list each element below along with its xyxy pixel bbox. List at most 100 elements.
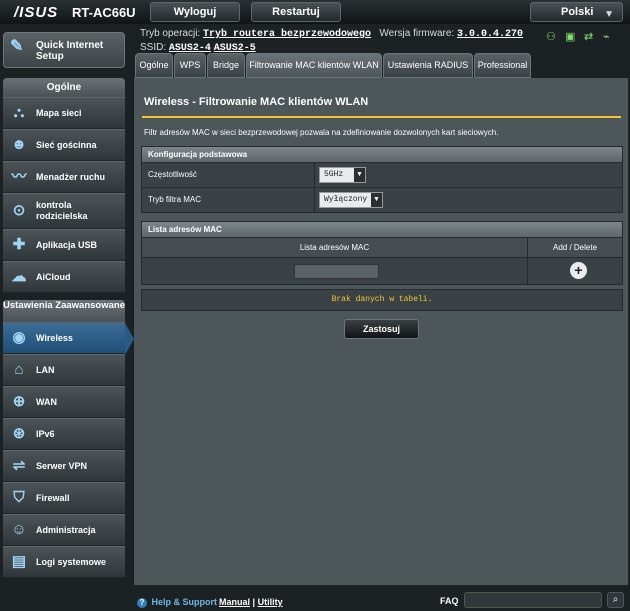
guest-network-icon: ☻ <box>11 136 27 153</box>
manual-link[interactable]: Manual <box>219 597 250 607</box>
sidebar-item-lan[interactable]: ⌂ LAN <box>3 354 125 386</box>
tab-mac-filter[interactable]: Filtrowanie MAC klientów WLAN <box>246 53 382 78</box>
chevron-down-icon: ▼ <box>371 193 382 207</box>
mac-column-header: Lista adresów MAC <box>142 238 528 257</box>
wand-icon: ✎ <box>10 38 24 55</box>
sidebar-item-vpn-server[interactable]: ⇌ Serwer VPN <box>3 450 125 482</box>
footer: ? Help & Support Manual | Utility FAQ ⌕ <box>0 588 630 611</box>
filter-mode-select[interactable]: Wyłączony ▼ <box>319 192 383 208</box>
vpn-icon: ⇌ <box>12 457 26 474</box>
faq-search-input[interactable] <box>464 592 602 608</box>
network-map-icon: ⛬ <box>13 104 25 121</box>
top-bar: /ISUS RT-AC66U Wyloguj Restartuj Polski … <box>0 0 630 24</box>
cloud-icon: ☁ <box>11 268 27 285</box>
quick-internet-label: Quick Internet Setup <box>36 40 104 62</box>
home-icon: ⌂ <box>14 361 24 378</box>
frequency-row: Częstotliwość 5GHz ▼ <box>142 162 622 187</box>
wifi-status-icon[interactable]: ⌁ <box>603 32 616 43</box>
network-clients-icon[interactable]: ⚇ <box>546 32 559 43</box>
frequency-select[interactable]: 5GHz ▼ <box>319 167 366 183</box>
title-divider <box>142 116 621 118</box>
footer-links: Manual | Utility <box>219 597 283 607</box>
sidebar-item-guest-network[interactable]: ☻ Sieć gościnna <box>3 129 125 161</box>
asus-logo: /ISUS <box>14 4 59 21</box>
sidebar-item-firewall[interactable]: ⛉ Firewall <box>3 482 125 514</box>
language-label: Polski <box>561 6 594 18</box>
advanced-section-header: Ustawienia Zaawansowane <box>3 300 125 322</box>
restart-button[interactable]: Restartuj <box>251 2 341 22</box>
sidebar-item-administration[interactable]: ☺ Administracja <box>3 514 125 546</box>
ssid-label: SSID: <box>140 42 167 53</box>
sidebar-item-label: Administracja <box>36 525 96 535</box>
sidebar-item-label: LAN <box>36 365 55 375</box>
faq-label: FAQ <box>440 596 459 606</box>
traffic-manager-icon: 〰 <box>11 168 27 185</box>
sidebar-item-label: Aplikacja USB <box>36 240 98 250</box>
sidebar-item-usb-application[interactable]: ✚ Aplikacja USB <box>3 229 125 261</box>
sidebar-item-label: Wireless <box>36 333 73 343</box>
sidebar-item-label: IPv6 <box>36 429 55 439</box>
mac-list-header: Lista adresów MAC <box>142 222 622 237</box>
sidebar-item-label: AiCloud <box>36 272 71 282</box>
tab-wps[interactable]: WPS <box>174 53 206 78</box>
help-support-link[interactable]: ? Help & Support <box>137 597 217 608</box>
content-area: Wireless - Filtrowanie MAC klientów WLAN… <box>134 78 628 585</box>
question-icon: ? <box>137 598 147 608</box>
sidebar-item-traffic-manager[interactable]: 〰 Menadżer ruchu <box>3 161 125 193</box>
no-data-message: Brak danych w tabeli. <box>141 289 623 311</box>
sidebar-item-label: Sieć gościnna <box>36 140 97 150</box>
sidebar-item-system-log[interactable]: ▤ Logi systemowe <box>3 546 125 578</box>
mac-list-table: Lista adresów MAC Lista adresów MAC Add … <box>141 221 623 285</box>
mac-list-column-headers: Lista adresów MAC Add / Delete <box>142 237 622 257</box>
shield-icon: ⛉ <box>13 489 25 506</box>
frequency-value: 5GHz <box>324 170 344 179</box>
logout-button[interactable]: Wyloguj <box>150 2 240 22</box>
status-icons: ⚇ ▣ ⇄ ⌁ <box>546 32 616 43</box>
add-delete-column-header: Add / Delete <box>552 243 598 252</box>
utility-link[interactable]: Utility <box>258 597 283 607</box>
log-icon: ▤ <box>11 553 27 570</box>
mode-value[interactable]: Tryb routera bezprzewodowego <box>203 29 371 40</box>
admin-icon: ☺ <box>11 521 27 538</box>
sidebar-item-label: Firewall <box>36 493 70 503</box>
mac-address-input[interactable] <box>294 264 379 279</box>
sidebar-item-ipv6[interactable]: ⊛ IPv6 <box>3 418 125 450</box>
tab-professional[interactable]: Professional <box>474 53 531 78</box>
search-icon[interactable]: ⌕ <box>607 592 624 608</box>
basic-config-table: Konfiguracja podstawowa Częstotliwość 5G… <box>141 146 623 213</box>
usb-status-icon[interactable]: ⇄ <box>584 32 597 43</box>
tab-bridge[interactable]: Bridge <box>207 53 245 78</box>
frequency-label: Częstotliwość <box>142 163 315 187</box>
internet-status-icon[interactable]: ▣ <box>565 32 578 43</box>
mac-input-row: + <box>142 257 622 284</box>
status-info: Tryb operacji: Tryb routera bezprzewodow… <box>140 27 523 55</box>
mode-label: Tryb operacji: <box>140 28 201 39</box>
ipv6-icon: ⊛ <box>12 425 26 442</box>
sidebar-item-label: Serwer VPN <box>36 461 88 471</box>
filter-mode-label: Tryb filtra MAC <box>142 188 315 212</box>
apply-button[interactable]: Zastosuj <box>344 319 419 339</box>
help-label: Help & Support <box>151 597 218 607</box>
sidebar-item-label: Mapa sieci <box>36 108 82 118</box>
sidebar-item-wan[interactable]: ⊕ WAN <box>3 386 125 418</box>
sidebar-item-wireless[interactable]: ◉ Wireless <box>3 322 134 355</box>
page-description: Filtr adresów MAC w sieci bezprzewodowej… <box>144 128 499 137</box>
globe-icon: ⊕ <box>12 393 26 410</box>
quick-internet-setup-button[interactable]: ✎ Quick Internet Setup <box>3 32 125 68</box>
sidebar-item-network-map[interactable]: ⛬ Mapa sieci <box>3 97 125 129</box>
filter-mode-value: Wyłączony <box>324 195 368 204</box>
firmware-label: Wersja firmware: <box>379 28 455 39</box>
language-select[interactable]: Polski ▼ <box>530 2 623 22</box>
sidebar-item-label: Menadżer ruchu <box>36 172 106 182</box>
sidebar-item-parental-control[interactable]: ⊙ kontrola rodzicielska <box>3 193 125 229</box>
tab-radius[interactable]: Ustawienia RADIUS <box>383 53 473 78</box>
sidebar-item-aicloud[interactable]: ☁ AiCloud <box>3 261 125 293</box>
link-separator: | <box>252 597 256 607</box>
sidebar-item-label: Logi systemowe <box>36 557 107 567</box>
tab-general[interactable]: Ogólne <box>135 53 173 78</box>
parental-control-icon: ⊙ <box>12 202 26 219</box>
add-mac-button[interactable]: + <box>570 262 587 279</box>
sidebar-item-label: kontrola rodzicielska <box>36 200 88 221</box>
filter-mode-row: Tryb filtra MAC Wyłączony ▼ <box>142 187 622 212</box>
firmware-value[interactable]: 3.0.0.4.270 <box>457 29 523 40</box>
